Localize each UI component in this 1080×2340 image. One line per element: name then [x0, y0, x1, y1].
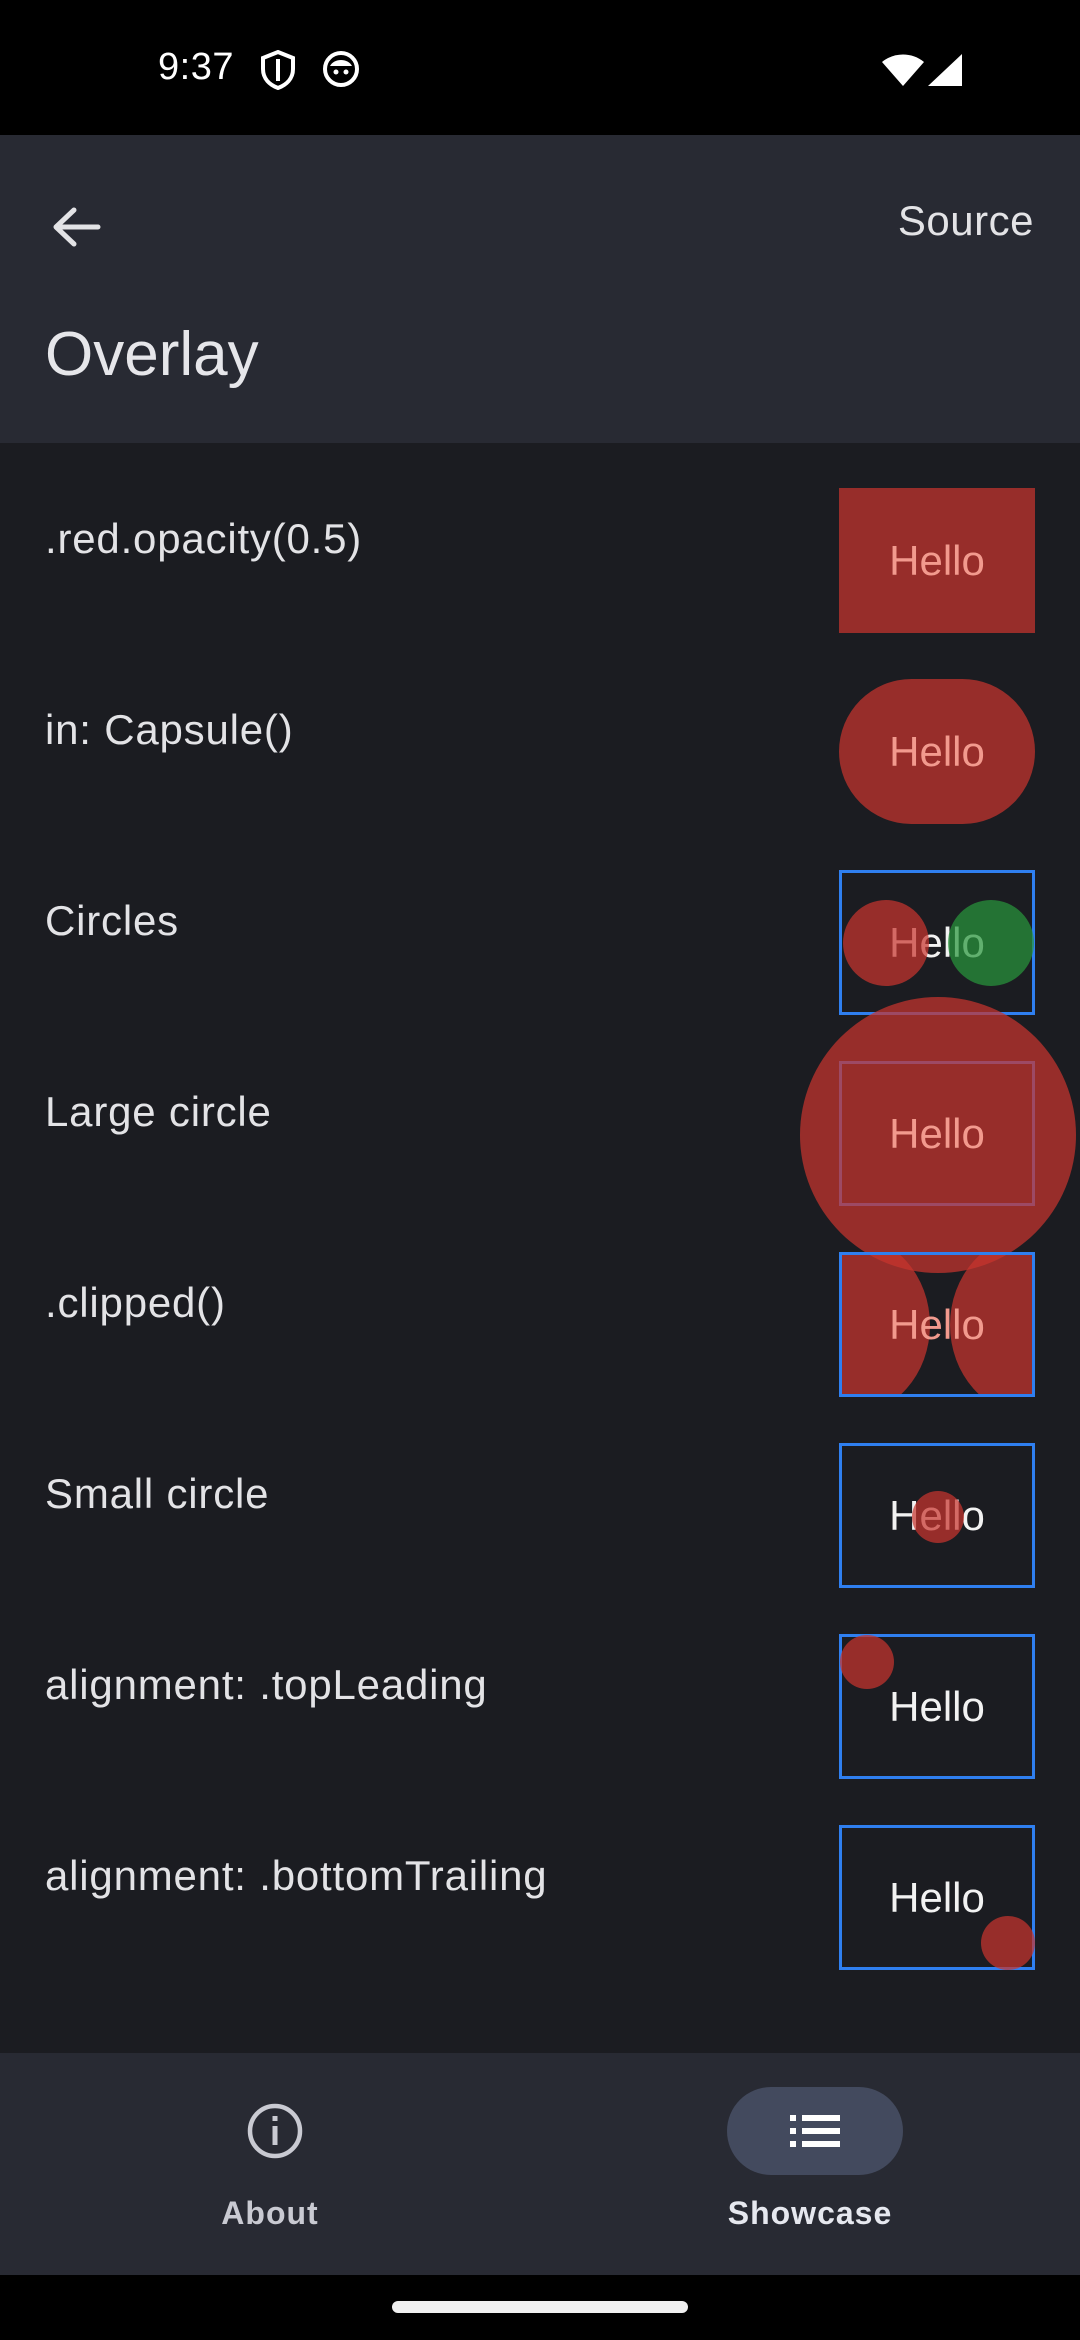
- demo-preview: Hello: [839, 1634, 1035, 1779]
- row-label: alignment: .bottomTrailing: [45, 1851, 548, 1899]
- list-item: Large circle Hello: [0, 997, 1080, 1273]
- demo-text: Hello: [889, 1109, 985, 1157]
- list-item: alignment: .bottomTrailing Hello: [0, 1780, 1080, 1971]
- row-label: Large circle: [45, 1087, 272, 1135]
- demo-preview: Hello: [839, 1443, 1035, 1588]
- demo-preview: Hello: [839, 870, 1035, 1015]
- row-label: in: Capsule(): [45, 705, 294, 753]
- top-leading-red-circle: [840, 1635, 894, 1689]
- wifi-icon: [880, 52, 926, 93]
- nav-item-showcase[interactable]: Showcase: [540, 2053, 1080, 2275]
- row-label: Circles: [45, 896, 179, 944]
- overlay-showcase-list[interactable]: .red.opacity(0.5) Hello in: Capsule() He…: [0, 443, 1080, 2053]
- demo-preview: Hello: [800, 997, 1076, 1273]
- shield-icon: [260, 49, 296, 95]
- demo-preview: Hello: [839, 1825, 1035, 1970]
- list-item: .clipped() Hello: [0, 1207, 1080, 1398]
- demo-text: Hello: [889, 1300, 985, 1348]
- nav-pill: [187, 2087, 363, 2175]
- status-time: 9:37: [158, 46, 234, 88]
- list-item: Circles Hello: [0, 825, 1080, 1016]
- nav-label: Showcase: [727, 2195, 893, 2231]
- list-item: Small circle Hello: [0, 1398, 1080, 1589]
- cat-face-icon: [322, 50, 360, 93]
- row-label: Small circle: [45, 1469, 270, 1517]
- demo-preview: Hello: [839, 1252, 1035, 1397]
- list-item: .red.opacity(0.5) Hello: [0, 443, 1080, 634]
- back-button[interactable]: [36, 187, 116, 267]
- list-icon: [790, 2115, 840, 2147]
- gesture-navigation-area: [0, 2275, 1080, 2340]
- bottom-navigation: About Showcase: [0, 2053, 1080, 2275]
- nav-item-about[interactable]: About: [0, 2053, 540, 2275]
- home-gesture-handle[interactable]: [392, 2301, 688, 2313]
- source-button[interactable]: Source: [898, 197, 1034, 245]
- arrow-left-icon: [53, 207, 101, 247]
- demo-text: Hello: [889, 727, 985, 775]
- red-circle: [843, 900, 929, 986]
- nav-label: About: [221, 2195, 319, 2231]
- nav-pill-active: [727, 2087, 903, 2175]
- demo-preview: Hello: [839, 488, 1035, 633]
- list-item: in: Capsule() Hello: [0, 634, 1080, 825]
- small-red-circle: [912, 1491, 964, 1543]
- status-bar: 9:37: [0, 0, 1080, 135]
- page-title: Overlay: [45, 320, 259, 389]
- list-item: alignment: .topLeading Hello: [0, 1589, 1080, 1780]
- demo-preview: Hello: [839, 679, 1035, 824]
- app-bar: Source Overlay: [0, 135, 1080, 443]
- row-label: alignment: .topLeading: [45, 1660, 488, 1708]
- demo-text: Hello: [889, 536, 985, 584]
- info-icon: [247, 2103, 303, 2159]
- row-label: .clipped(): [45, 1278, 226, 1326]
- cell-signal-icon: [926, 52, 964, 93]
- green-circle: [948, 900, 1034, 986]
- bottom-trailing-red-circle: [981, 1916, 1035, 1970]
- row-label: .red.opacity(0.5): [45, 514, 363, 562]
